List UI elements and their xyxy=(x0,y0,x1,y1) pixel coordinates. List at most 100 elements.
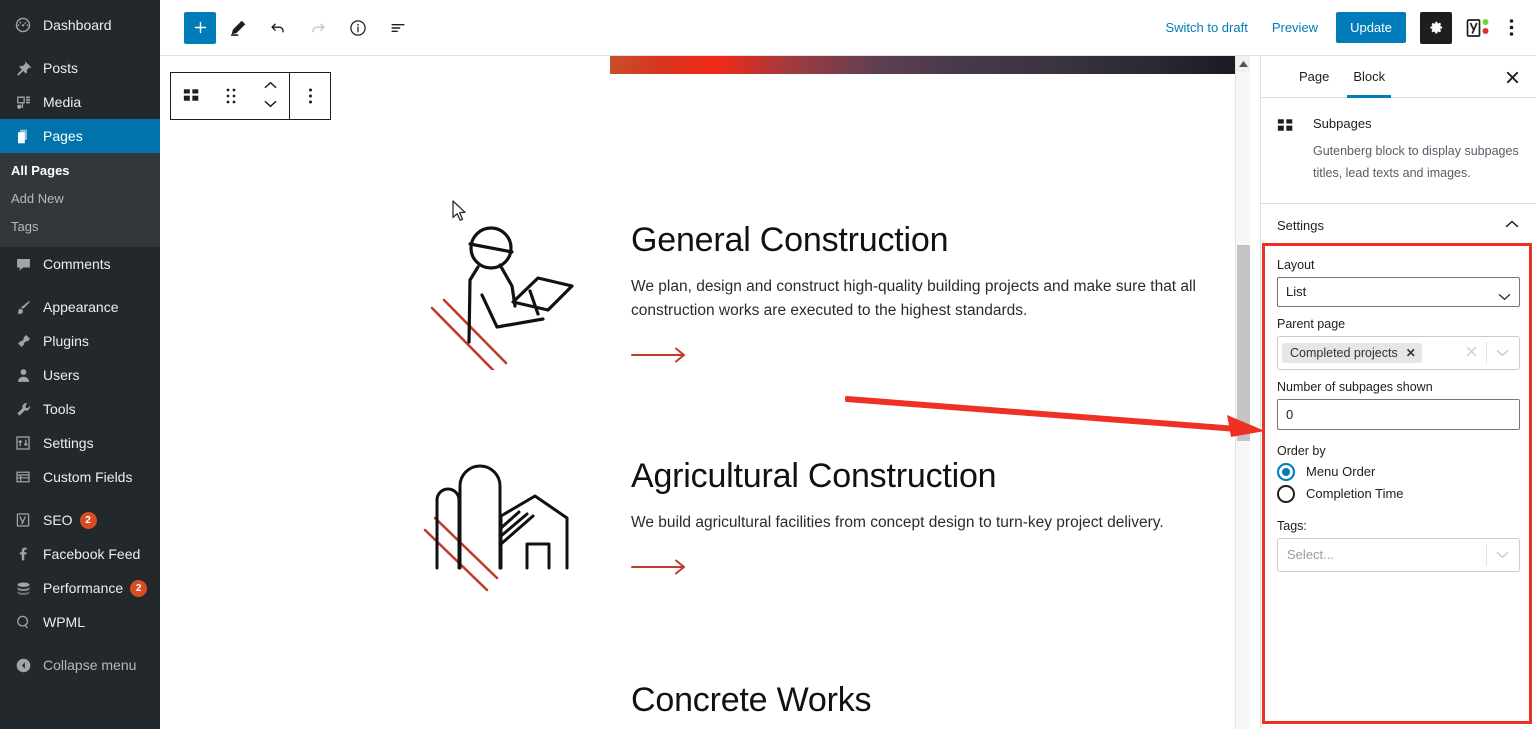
sidebar-item-appearance[interactable]: Appearance xyxy=(0,290,160,324)
entry-title[interactable]: General Construction xyxy=(631,220,1231,261)
sidebar-item-dashboard[interactable]: Dashboard xyxy=(0,8,160,42)
block-type-subpages-icon[interactable] xyxy=(171,73,211,119)
parent-page-field: Parent page Completed projects ✕ xyxy=(1277,317,1520,370)
tags-select[interactable]: Select... xyxy=(1277,537,1520,572)
update-button[interactable]: Update xyxy=(1336,12,1406,43)
sidebar-item-label: WPML xyxy=(43,614,85,630)
parent-page-chip-label: Completed projects xyxy=(1290,345,1398,360)
submenu-item-all-pages[interactable]: All Pages xyxy=(0,157,160,185)
read-more-arrow-icon[interactable] xyxy=(631,345,1231,370)
settings-tabs: Page Block xyxy=(1261,56,1536,98)
collapse-icon xyxy=(12,655,34,675)
plugins-icon xyxy=(12,331,34,351)
editor-canvas[interactable]: General Construction We plan, design and… xyxy=(160,56,1250,729)
gear-icon[interactable] xyxy=(1420,11,1452,44)
radio-menu-order[interactable]: Menu Order xyxy=(1277,462,1520,481)
editor-header-right-actions: Switch to draft Preview Update xyxy=(1155,10,1536,46)
chevron-down-icon[interactable] xyxy=(1487,551,1517,559)
drag-handle-icon[interactable] xyxy=(211,73,251,119)
preview-button[interactable]: Preview xyxy=(1262,14,1328,41)
block-editor: Switch to draft Preview Update General C… xyxy=(160,0,1536,729)
sidebar-item-users[interactable]: Users xyxy=(0,358,160,392)
more-options-icon[interactable] xyxy=(1496,10,1526,46)
sidebar-item-posts[interactable]: Posts xyxy=(0,51,160,85)
add-block-button[interactable] xyxy=(184,11,216,44)
subpages-grid-icon xyxy=(1277,116,1301,185)
sidebar-item-collapse-menu[interactable]: Collapse menu xyxy=(0,648,160,682)
number-of-subpages-field: Number of subpages shown xyxy=(1277,380,1520,430)
sidebar-item-plugins[interactable]: Plugins xyxy=(0,324,160,358)
move-down-icon[interactable] xyxy=(263,96,278,114)
sidebar-item-wpml[interactable]: WPML xyxy=(0,605,160,639)
close-icon[interactable] xyxy=(1496,61,1528,93)
tab-page[interactable]: Page xyxy=(1287,56,1341,97)
performance-icon xyxy=(12,578,34,598)
settings-panel-header[interactable]: Settings xyxy=(1277,204,1520,248)
yoast-seo-icon[interactable] xyxy=(1460,13,1490,43)
sidebar-item-label: Users xyxy=(43,367,80,383)
read-more-arrow-icon[interactable] xyxy=(631,557,1231,582)
sidebar-item-custom-fields[interactable]: Custom Fields xyxy=(0,460,160,494)
list-view-button[interactable] xyxy=(380,10,416,46)
entry-title[interactable]: Agricultural Construction xyxy=(631,456,1231,497)
tab-block[interactable]: Block xyxy=(1341,56,1397,98)
sidebar-item-performance[interactable]: Performance 2 xyxy=(0,571,160,605)
submenu-item-add-new[interactable]: Add New xyxy=(0,185,160,213)
parent-page-multiselect[interactable]: Completed projects ✕ xyxy=(1277,335,1520,370)
entry-description[interactable]: We build agricultural facilities from co… xyxy=(631,511,1231,535)
pages-icon xyxy=(12,126,34,146)
hero-image-strip xyxy=(610,56,1250,74)
sidebar-item-seo[interactable]: SEO 2 xyxy=(0,503,160,537)
concrete-works-illustration xyxy=(410,680,600,729)
redo-button[interactable] xyxy=(300,10,336,46)
sidebar-item-tools[interactable]: Tools xyxy=(0,392,160,426)
scroll-up-arrow-icon[interactable] xyxy=(1236,56,1250,72)
radio-completion-time-label: Completion Time xyxy=(1306,486,1404,502)
entry-description[interactable]: We plan, design and construct high-quali… xyxy=(631,275,1231,323)
radio-menu-order-control[interactable] xyxy=(1277,462,1295,481)
pin-icon xyxy=(12,58,34,78)
subpage-entry-text: Agricultural Construction We build agric… xyxy=(631,456,1231,582)
scrollbar-thumb[interactable] xyxy=(1237,245,1250,441)
admin-sidebar: Dashboard Posts Media Pages All Pages Ad… xyxy=(0,0,160,729)
details-info-button[interactable] xyxy=(340,10,376,46)
chevron-up-icon[interactable] xyxy=(1504,218,1520,233)
mouse-cursor-icon xyxy=(452,200,468,227)
sidebar-item-media[interactable]: Media xyxy=(0,85,160,119)
switch-to-draft-button[interactable]: Switch to draft xyxy=(1155,14,1257,41)
chevron-down-icon xyxy=(1498,289,1511,304)
facebook-icon xyxy=(12,544,34,564)
radio-completion-time[interactable]: Completion Time xyxy=(1277,484,1520,503)
canvas-scrollbar[interactable] xyxy=(1235,56,1250,729)
layout-label: Layout xyxy=(1277,257,1315,272)
block-movers xyxy=(251,73,289,119)
sidebar-badge-performance: 2 xyxy=(130,579,148,597)
block-more-options-icon[interactable] xyxy=(290,73,330,119)
tags-placeholder: Select... xyxy=(1287,547,1334,563)
sidebar-item-facebook-feed[interactable]: Facebook Feed xyxy=(0,537,160,571)
wpml-icon xyxy=(12,612,34,632)
editor-header: Switch to draft Preview Update xyxy=(160,0,1536,56)
sidebar-item-label: SEO xyxy=(43,512,73,528)
tags-field: Tags: Select... xyxy=(1277,519,1520,572)
move-up-icon[interactable] xyxy=(263,78,278,96)
tags-label: Tags: xyxy=(1277,518,1307,533)
chevron-down-icon[interactable] xyxy=(1487,349,1517,357)
chip-remove-icon[interactable]: ✕ xyxy=(1406,346,1416,360)
layout-select-value: List xyxy=(1286,284,1307,300)
sidebar-item-label: Facebook Feed xyxy=(43,546,141,562)
layout-select[interactable]: List xyxy=(1277,276,1520,307)
submenu-item-tags[interactable]: Tags xyxy=(0,213,160,241)
sidebar-item-comments[interactable]: Comments xyxy=(0,247,160,281)
number-of-subpages-input[interactable] xyxy=(1277,398,1520,430)
entry-title[interactable]: Concrete Works xyxy=(631,680,1231,721)
sidebar-item-label: Comments xyxy=(43,256,111,272)
undo-button[interactable] xyxy=(260,10,296,46)
tools-pencil-button[interactable] xyxy=(220,10,256,46)
block-description: Gutenberg block to display subpages titl… xyxy=(1313,144,1519,180)
sidebar-item-settings[interactable]: Settings xyxy=(0,426,160,460)
sidebar-item-pages[interactable]: Pages xyxy=(0,119,160,153)
radio-completion-time-control[interactable] xyxy=(1277,484,1295,503)
sidebar-badge-seo: 2 xyxy=(79,511,97,529)
clear-selection-icon[interactable] xyxy=(1457,345,1486,361)
